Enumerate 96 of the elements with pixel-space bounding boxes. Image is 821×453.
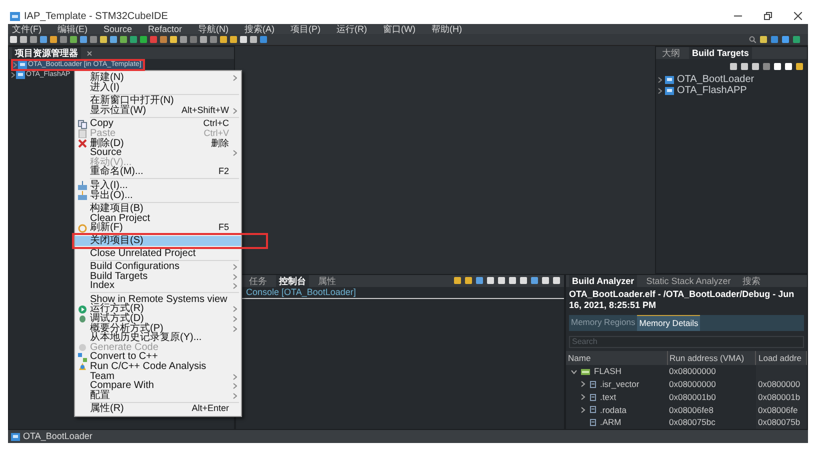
- table-cell: 0x0800000: [758, 379, 800, 389]
- shortcut-text: F2: [218, 167, 229, 177]
- panel-tab[interactable]: Build Targets: [689, 47, 752, 59]
- search-field[interactable]: Search: [569, 336, 804, 348]
- menu-item[interactable]: 进入(I): [75, 82, 241, 92]
- menu-item[interactable]: 导入(I)...: [75, 180, 241, 191]
- menu-item[interactable]: Build Targets: [75, 272, 241, 282]
- menu-item[interactable]: Close Unrelated Project: [75, 248, 241, 258]
- menu-item[interactable]: 配置: [75, 390, 241, 400]
- analysis-icon: [78, 362, 87, 372]
- table-cell: 0x08006fe8: [669, 404, 714, 414]
- build-target-item[interactable]: OTA_FlashAPP: [658, 85, 749, 96]
- menu-item[interactable]: Convert to C++: [75, 352, 241, 362]
- panel-tab[interactable]: Build Analyzer: [569, 274, 638, 287]
- menu-item[interactable]: 窗口(W): [383, 24, 416, 34]
- menu-item[interactable]: Copy Ctrl+C: [75, 119, 241, 129]
- app-logo-icon: [10, 12, 20, 20]
- menu-item[interactable]: 编辑(E): [58, 24, 88, 34]
- menu-item[interactable]: Source: [104, 24, 132, 34]
- menu-item[interactable]: Run C/C++ Code Analysis: [75, 362, 241, 372]
- table-cell: 0x080001b0: [669, 392, 716, 402]
- memory-tab[interactable]: Memory Details: [637, 314, 700, 330]
- shortcut-text: F5: [218, 223, 229, 233]
- status-text: OTA_BootLoader: [23, 430, 92, 443]
- export-icon: [78, 190, 87, 200]
- table-cell: 0x080075bc: [669, 417, 716, 428]
- section-icon: [590, 419, 596, 426]
- shortcut-text: Alt+Shift+W: [181, 106, 229, 116]
- import-icon: [78, 181, 87, 190]
- explorer-tab[interactable]: 项目资源管理器: [12, 47, 81, 59]
- column-header[interactable]: Run address (VMA): [667, 350, 756, 366]
- run-icon: [78, 304, 87, 314]
- panel-tab[interactable]: Static Stack Analyzer: [643, 274, 734, 287]
- close-icon: [794, 12, 802, 20]
- menu-item[interactable]: 导航(N): [198, 24, 229, 34]
- menu-item[interactable]: 显示位置(W) Alt+Shift+W: [75, 106, 241, 116]
- tab-close-icon: [87, 50, 92, 56]
- panel-tab[interactable]: 任务: [246, 274, 270, 287]
- panel-tab[interactable]: 控制台: [276, 274, 309, 287]
- table-cell: .text: [600, 390, 616, 404]
- table-cell: 0x080001b: [758, 392, 800, 402]
- menu-item[interactable]: 刷新(F) F5: [75, 223, 241, 233]
- shortcut-text: 删除: [211, 138, 229, 148]
- menu-item[interactable]: 新建(N): [75, 73, 241, 83]
- menu-item[interactable]: 运行(R): [336, 24, 368, 34]
- menu-item[interactable]: Build Configurations: [75, 262, 241, 272]
- menu-item[interactable]: 文件(F): [12, 24, 42, 34]
- table-cell: 0x08006fe: [758, 404, 798, 414]
- table-cell: .isr_vector: [600, 378, 640, 391]
- menu-item[interactable]: 重命名(M)... F2: [75, 167, 241, 177]
- menu-item[interactable]: Refactor: [148, 24, 182, 34]
- menu-item[interactable]: Source: [75, 148, 241, 158]
- section-icon: [590, 394, 596, 401]
- menu-item[interactable]: Team: [75, 372, 241, 382]
- menu-item[interactable]: 帮助(H): [432, 24, 462, 34]
- restore-icon: [764, 12, 772, 20]
- table-cell: 0x080075b: [758, 417, 800, 428]
- build-target-item[interactable]: OTA_BootLoader: [658, 74, 756, 85]
- shortcut-text: Ctrl+V: [204, 128, 229, 138]
- menu-item[interactable]: 项目(P): [290, 24, 321, 34]
- window-title: IAP_Template - STM32CubeIDE: [24, 10, 168, 24]
- menu-item[interactable]: 从本地历史记录复原(Y)...: [75, 333, 241, 343]
- menu-item[interactable]: 搜索(A): [244, 24, 275, 34]
- section-icon: [590, 406, 596, 414]
- table-cell: 0x08000000: [669, 366, 716, 376]
- menu-item[interactable]: 关闭项目(S): [75, 236, 241, 246]
- table-cell: FLASH: [594, 365, 622, 378]
- menu-item[interactable]: 删除(D) 删除: [75, 138, 241, 148]
- panel-tab[interactable]: 大纲: [659, 47, 683, 59]
- table-cell: .rodata: [600, 404, 626, 416]
- panel-tab[interactable]: 属性: [315, 274, 339, 287]
- memory-tab[interactable]: Memory Regions: [569, 314, 638, 330]
- copy-icon: [78, 120, 87, 129]
- project-icon: [11, 432, 20, 440]
- menu-item[interactable]: 概要分析方式(P): [75, 324, 241, 334]
- menu-item[interactable]: 在新窗口中打开(N): [75, 96, 241, 106]
- menu-item[interactable]: Compare With: [75, 381, 241, 391]
- delete-icon: [78, 138, 87, 148]
- column-header[interactable]: Name: [566, 350, 667, 366]
- search-icon: [749, 36, 756, 43]
- build-heading: OTA_BootLoader.elf - /OTA_BootLoader/Debug - Jun 16, 2021, 8:25:51 PM: [568, 288, 796, 312]
- panel-tab[interactable]: 搜索: [740, 274, 764, 287]
- menu-item[interactable]: 属性(R) Alt+Enter: [75, 404, 241, 414]
- shortcut-text: Alt+Enter: [192, 404, 229, 414]
- paste-icon: [78, 129, 87, 138]
- menu-item[interactable]: 调试方式(D): [75, 314, 241, 324]
- table-cell: 0x08000000: [669, 379, 716, 389]
- shortcut-text: Ctrl+C: [203, 119, 229, 129]
- menu-item[interactable]: 导出(O)...: [75, 190, 241, 200]
- table-cell: .ARM: [600, 416, 622, 429]
- column-header[interactable]: Load addre: [756, 350, 806, 366]
- section-icon: [590, 380, 596, 388]
- refresh-icon: [78, 224, 87, 233]
- memory-chip-icon: [581, 368, 590, 375]
- menu-item[interactable]: 构建项目(B): [75, 204, 241, 214]
- convert-icon: [78, 352, 87, 362]
